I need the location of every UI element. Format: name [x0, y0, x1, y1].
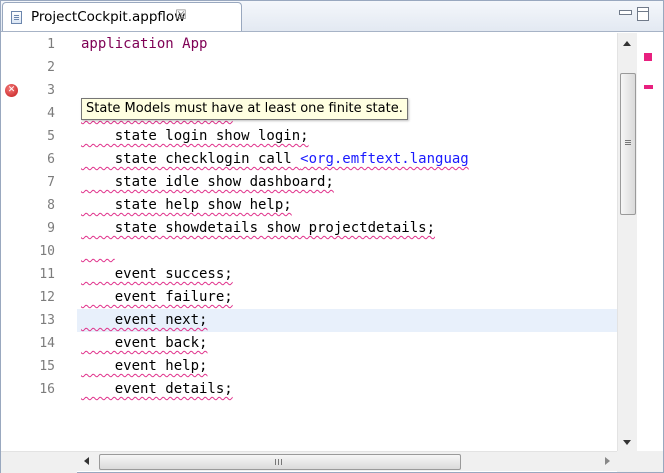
code-text: state idle show dashboard; — [81, 174, 334, 190]
minimize-icon[interactable] — [619, 10, 632, 15]
maximize-icon[interactable] — [637, 7, 649, 21]
tab-title: ProjectCockpit.appflow — [31, 9, 186, 25]
code-link[interactable]: <org.emftext.languag — [300, 151, 469, 167]
editor-window: ProjectCockpit.appflow ☒ 1 application A… — [0, 0, 664, 473]
vertical-scroll-thumb[interactable] — [620, 73, 636, 215]
line-number: 1 — [47, 37, 55, 52]
code-text: state checklogin call <org.emftext.langu… — [81, 148, 469, 171]
code-line: 16 event details; — [1, 378, 617, 401]
grip-icon — [281, 459, 282, 465]
code-text: event success; — [81, 266, 233, 282]
code-text: state showdetails show projectdetails; — [81, 220, 436, 236]
code-text: state help show help; — [81, 197, 292, 213]
code-line: 1 application App — [1, 33, 617, 56]
code-line: 8 state help show help; — [1, 194, 617, 217]
code-line: 2 — [1, 56, 617, 79]
line-number: 11 — [39, 267, 55, 282]
scroll-corner — [617, 451, 663, 472]
tab-bar: ProjectCockpit.appflow ☒ — [1, 1, 663, 32]
line-number: 4 — [47, 106, 55, 121]
code-line: 10 — [1, 240, 617, 263]
line-number: 7 — [47, 175, 55, 190]
code-line: 15 event help; — [1, 355, 617, 378]
scroll-right-icon[interactable] — [605, 457, 610, 465]
code-text: event help; — [81, 358, 208, 374]
code-text: event details; — [81, 381, 233, 397]
close-icon[interactable]: ☒ — [175, 8, 187, 23]
line-number: 3 — [47, 83, 55, 98]
line-number: 2 — [47, 60, 55, 75]
horizontal-scroll-thumb[interactable] — [99, 454, 461, 470]
line-number: 10 — [39, 244, 55, 259]
code-line: 6 state checklogin call <org.emftext.lan… — [1, 148, 617, 171]
grip-icon — [625, 144, 631, 145]
appflow-file-icon — [11, 11, 22, 24]
window-controls — [615, 4, 655, 26]
code-text: event back; — [81, 335, 208, 351]
line-number: 8 — [47, 198, 55, 213]
error-tooltip: State Models must have at least one fini… — [81, 98, 408, 120]
grip-icon — [275, 459, 276, 465]
code-line: 13 event next; — [1, 309, 617, 332]
grip-icon — [625, 140, 631, 141]
code-text: event next; — [81, 312, 208, 328]
line-number: 6 — [47, 152, 55, 167]
scroll-up-icon[interactable] — [623, 41, 631, 46]
tab-projectcockpit[interactable]: ProjectCockpit.appflow ☒ — [2, 2, 242, 31]
error-overview-mark[interactable] — [644, 85, 653, 89]
line-number: 13 — [39, 313, 55, 328]
code-line: 9 state showdetails show projectdetails; — [1, 217, 617, 240]
code-text: application App — [81, 36, 208, 52]
scroll-left-icon[interactable] — [84, 457, 89, 465]
code-text: state login show login; — [81, 128, 309, 144]
line-number: 9 — [47, 221, 55, 236]
code-segment: state checklogin call — [81, 151, 301, 167]
grip-icon — [278, 459, 279, 465]
code-line: 7 state idle show dashboard; — [1, 171, 617, 194]
vertical-scrollbar[interactable] — [617, 33, 637, 451]
code-editor[interactable]: 1 application App 2 ✕ 3 4 state initial;… — [1, 33, 617, 451]
code-text: event failure; — [81, 289, 233, 305]
overview-ruler — [637, 35, 661, 450]
scroll-down-icon[interactable] — [623, 440, 631, 445]
code-line: 5 state login show login; — [1, 125, 617, 148]
line-number: 15 — [39, 359, 55, 374]
line-number: 5 — [47, 129, 55, 144]
scroll-gutter — [1, 451, 77, 473]
line-number: 12 — [39, 290, 55, 305]
line-number: 14 — [39, 336, 55, 351]
code-line: 11 event success; — [1, 263, 617, 286]
code-line: 12 event failure; — [1, 286, 617, 309]
line-number: 16 — [39, 382, 55, 397]
horizontal-scrollbar[interactable] — [77, 451, 617, 471]
error-overview-icon[interactable] — [644, 53, 652, 61]
code-line: 14 event back; — [1, 332, 617, 355]
grip-icon — [625, 142, 631, 143]
